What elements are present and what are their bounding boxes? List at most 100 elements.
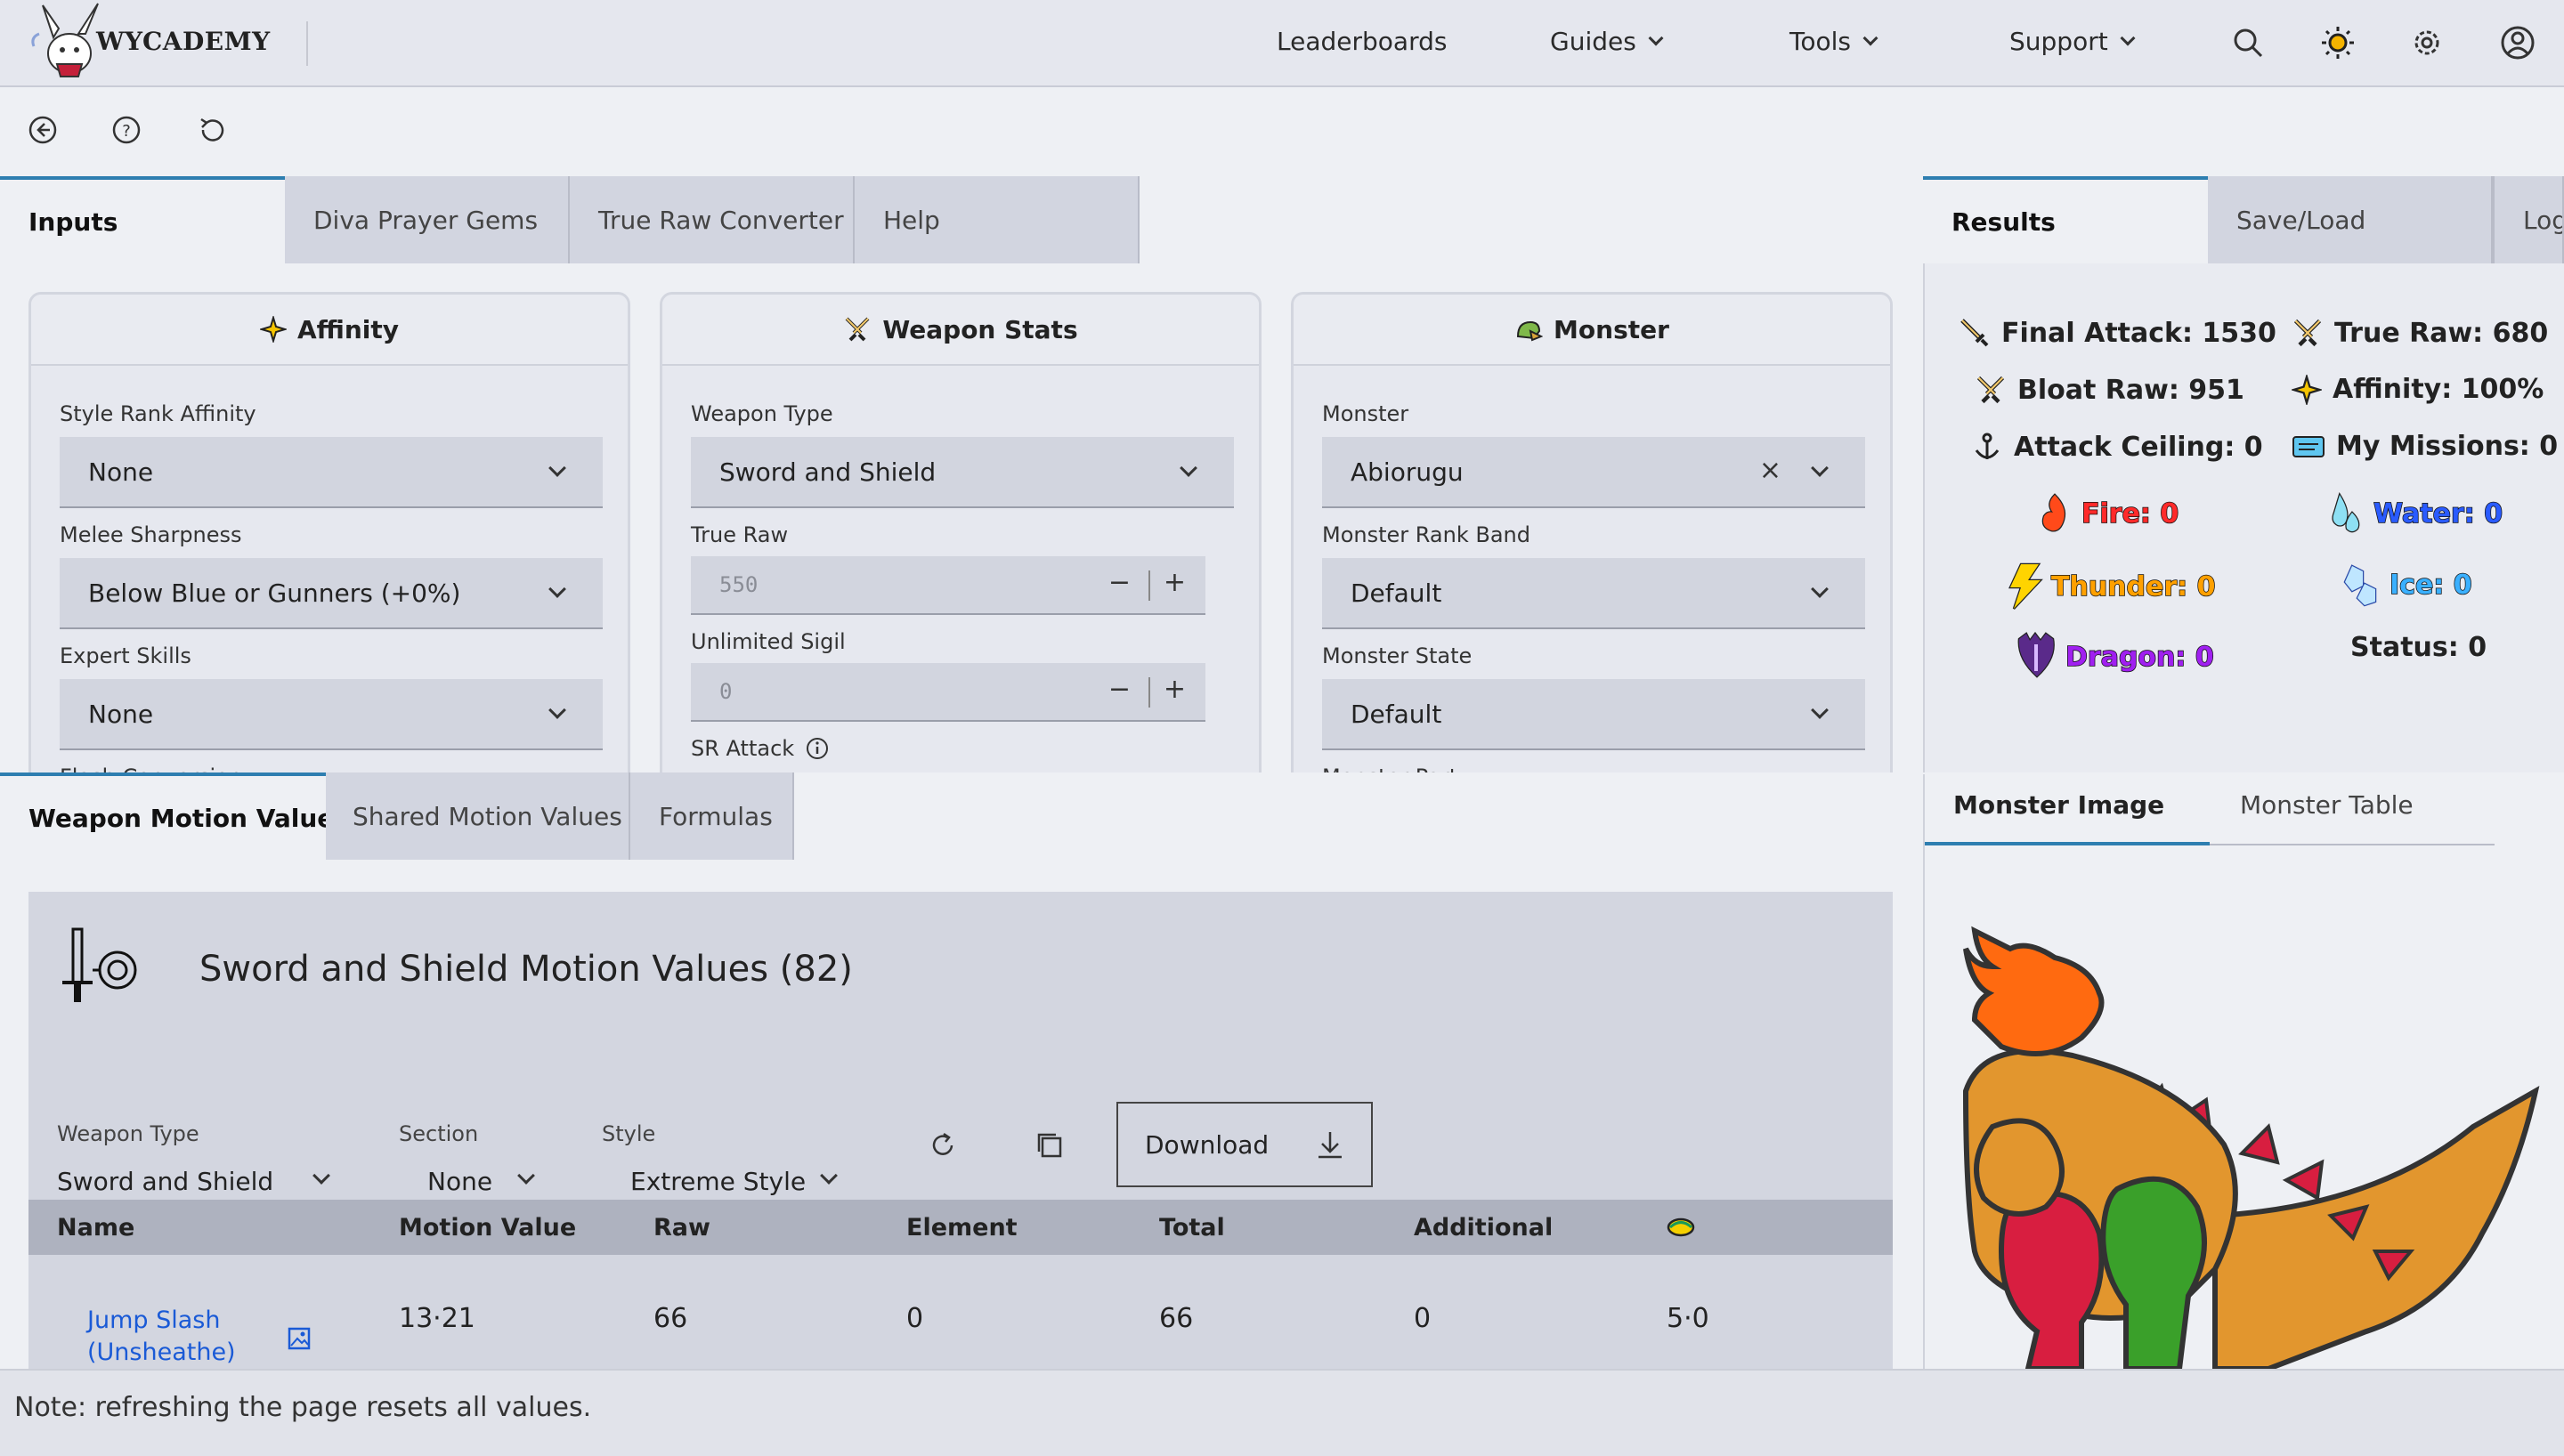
tab-diva-prayer-gems[interactable]: Diva Prayer Gems bbox=[285, 176, 570, 263]
filter-style-value: Extreme Style bbox=[630, 1166, 807, 1196]
brand-name[interactable]: WYCADEMY bbox=[96, 27, 271, 56]
sr-attack-label: SR Attack bbox=[691, 736, 795, 761]
monster-value: Abiorugu bbox=[1351, 457, 1464, 487]
affinity-card: Affinity Style Rank Affinity None Melee … bbox=[28, 292, 630, 772]
sun-icon[interactable] bbox=[2320, 25, 2356, 61]
refresh-icon[interactable] bbox=[928, 1130, 958, 1161]
svg-text:?: ? bbox=[122, 122, 131, 141]
flash-conversion-label: Flash Conversion bbox=[60, 764, 242, 772]
style-rank-affinity-value: None bbox=[88, 457, 154, 487]
chevron-down-icon bbox=[820, 1167, 838, 1185]
tab-formulas-label: Formulas bbox=[659, 801, 773, 831]
stepper-divider bbox=[1148, 677, 1150, 708]
tab-inputs[interactable]: Inputs bbox=[0, 176, 285, 263]
tab-save-load[interactable]: Save/Load bbox=[2208, 176, 2493, 263]
move-name-link[interactable]: Jump Slash (Unsheathe) bbox=[87, 1305, 236, 1369]
tab-true-raw-converter[interactable]: True Raw Converter bbox=[570, 176, 855, 263]
nav-guides[interactable]: Guides bbox=[1550, 27, 1664, 56]
cell-additional: 0 bbox=[1414, 1303, 1432, 1334]
thunder-value: Thunder: 0 bbox=[2050, 570, 2216, 603]
column-total[interactable]: Total bbox=[1159, 1214, 1225, 1242]
filter-section-value: None bbox=[427, 1166, 493, 1196]
chevron-down-icon bbox=[312, 1167, 330, 1185]
cell-total: 66 bbox=[1159, 1303, 1194, 1334]
monster-select[interactable]: Abiorugu × bbox=[1322, 437, 1865, 508]
nav-support[interactable]: Support bbox=[2009, 27, 2136, 56]
tab-formulas[interactable]: Formulas bbox=[630, 772, 794, 860]
nav-tools-label: Tools bbox=[1789, 27, 1851, 56]
unlimited-sigil-input[interactable]: 0 − + bbox=[691, 663, 1205, 722]
tab-shared-motion-values-label: Shared Motion Values bbox=[353, 801, 622, 831]
true-raw-input[interactable]: 550 − + bbox=[691, 556, 1205, 615]
table-header: Name Motion Value Raw Element Total Addi… bbox=[28, 1200, 1893, 1255]
footer-note: Note: refreshing the page resets all val… bbox=[14, 1392, 592, 1423]
speed-icon[interactable] bbox=[1665, 1216, 1697, 1239]
column-motion-value[interactable]: Motion Value bbox=[399, 1214, 576, 1242]
column-additional[interactable]: Additional bbox=[1414, 1214, 1553, 1242]
back-icon[interactable] bbox=[27, 114, 59, 146]
style-rank-affinity-select[interactable]: None bbox=[60, 437, 603, 508]
water-drop-icon bbox=[2332, 491, 2360, 533]
increment-button[interactable]: + bbox=[1164, 567, 1186, 598]
ticket-icon bbox=[2292, 435, 2325, 457]
monster-head-icon bbox=[1517, 320, 1544, 342]
true-raw-value: 550 bbox=[719, 572, 759, 597]
results-panel: Final Attack: 1530 True Raw: 680 Bloat R… bbox=[1923, 263, 2564, 772]
weapon-type-label: Weapon Type bbox=[691, 401, 833, 426]
column-raw[interactable]: Raw bbox=[653, 1214, 710, 1242]
weapon-type-select[interactable]: Sword and Shield bbox=[691, 437, 1234, 508]
gear-icon[interactable] bbox=[2409, 25, 2445, 61]
user-icon[interactable] bbox=[2500, 25, 2536, 61]
dragon-icon bbox=[2017, 632, 2055, 678]
true-raw-stat: True Raw: 680 bbox=[2292, 317, 2548, 349]
tab-log[interactable]: Log bbox=[2493, 176, 2564, 263]
inputs-panel: Affinity Style Rank Affinity None Melee … bbox=[0, 263, 1921, 772]
expert-skills-select[interactable]: None bbox=[60, 679, 603, 750]
reset-icon[interactable] bbox=[196, 114, 228, 146]
tab-monster-image[interactable]: Monster Image bbox=[1953, 790, 2164, 820]
motion-tabs: Weapon Motion Values Shared Motion Value… bbox=[0, 772, 801, 860]
column-element[interactable]: Element bbox=[906, 1214, 1018, 1242]
decrement-button[interactable]: − bbox=[1108, 567, 1131, 598]
nav-leaderboards[interactable]: Leaderboards bbox=[1277, 27, 1447, 56]
monster-card: Monster Monster Abiorugu × Monster Rank … bbox=[1291, 292, 1893, 772]
result-tabs: Results Save/Load Log bbox=[1923, 176, 2564, 263]
sword-and-shield-icon bbox=[62, 927, 137, 1002]
monster-state-select[interactable]: Default bbox=[1322, 679, 1865, 750]
nav-tools[interactable]: Tools bbox=[1789, 27, 1878, 56]
increment-button[interactable]: + bbox=[1164, 674, 1186, 705]
move-name-line1: Jump Slash bbox=[87, 1306, 221, 1334]
download-button[interactable]: Download bbox=[1116, 1102, 1373, 1187]
tab-weapon-motion-values[interactable]: Weapon Motion Values bbox=[0, 772, 326, 860]
monster-rank-band-select[interactable]: Default bbox=[1322, 558, 1865, 629]
search-icon[interactable] bbox=[2230, 25, 2266, 61]
help-icon[interactable]: ? bbox=[110, 114, 142, 146]
cell-speed: 5·0 bbox=[1667, 1303, 1709, 1334]
my-missions-stat: My Missions: 0 bbox=[2292, 431, 2558, 462]
monster-image bbox=[1962, 926, 2540, 1369]
style-rank-affinity-label: Style Rank Affinity bbox=[60, 401, 256, 426]
unlimited-sigil-label: Unlimited Sigil bbox=[691, 629, 846, 654]
column-name[interactable]: Name bbox=[57, 1214, 134, 1242]
anchor-icon bbox=[1975, 433, 2000, 459]
fire-icon bbox=[2041, 493, 2066, 532]
clear-icon[interactable]: × bbox=[1759, 455, 1781, 486]
monster-state-label: Monster State bbox=[1322, 643, 1473, 668]
copy-icon[interactable] bbox=[1035, 1130, 1065, 1161]
decrement-button[interactable]: − bbox=[1108, 674, 1131, 705]
tab-help-label: Help bbox=[883, 205, 940, 235]
ice-element: Ice: 0 bbox=[2343, 562, 2472, 607]
image-icon[interactable] bbox=[287, 1326, 312, 1351]
bloat-raw-value: Bloat Raw: 951 bbox=[2017, 374, 2244, 406]
tab-inputs-label: Inputs bbox=[28, 206, 118, 237]
tab-results[interactable]: Results bbox=[1923, 176, 2208, 263]
dragon-value: Dragon: 0 bbox=[2065, 641, 2214, 674]
tab-monster-table[interactable]: Monster Table bbox=[2240, 790, 2414, 820]
melee-sharpness-select[interactable]: Below Blue or Gunners (+0%) bbox=[60, 558, 603, 629]
info-icon[interactable] bbox=[805, 736, 830, 761]
tab-shared-motion-values[interactable]: Shared Motion Values bbox=[326, 772, 630, 860]
true-raw-label: True Raw bbox=[691, 522, 789, 547]
fire-value: Fire: 0 bbox=[2081, 497, 2179, 530]
tab-help[interactable]: Help bbox=[855, 176, 1140, 263]
nav-leaderboards-label: Leaderboards bbox=[1277, 27, 1448, 56]
